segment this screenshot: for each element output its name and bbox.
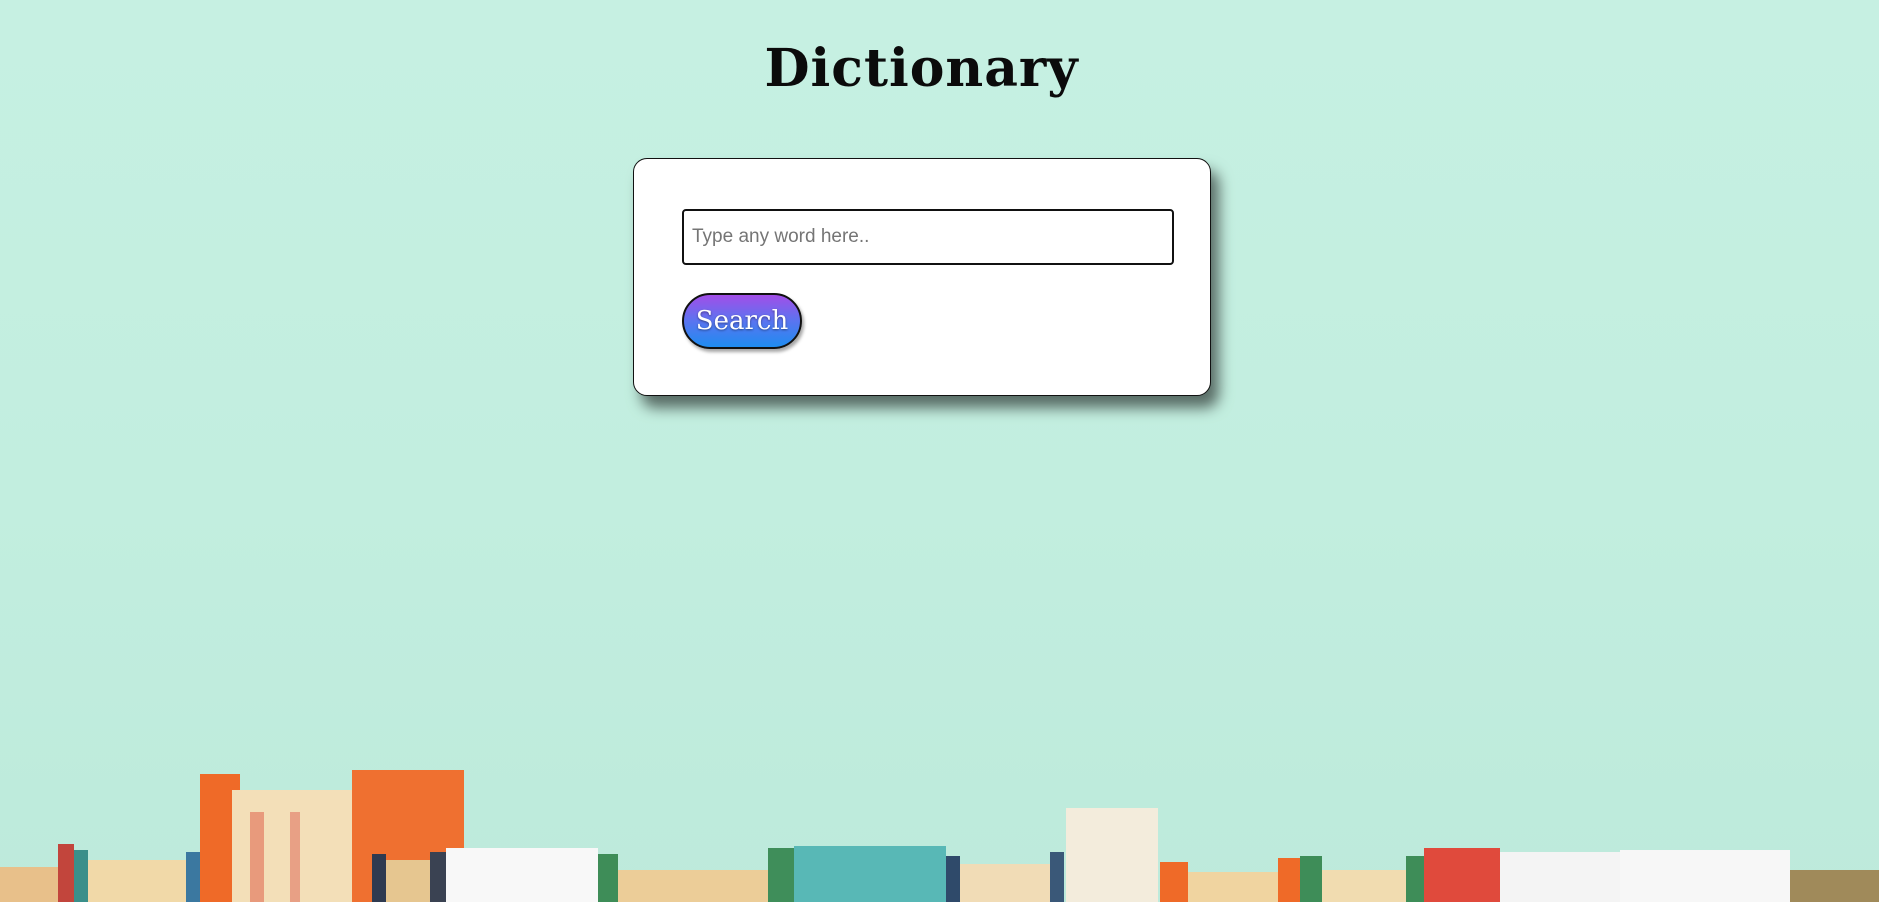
search-button[interactable]: Search: [682, 293, 802, 349]
bookshelf-image: [0, 770, 1879, 902]
search-input[interactable]: [682, 209, 1174, 265]
page-title: Dictionary: [764, 38, 1079, 99]
search-card: Search: [633, 158, 1211, 396]
